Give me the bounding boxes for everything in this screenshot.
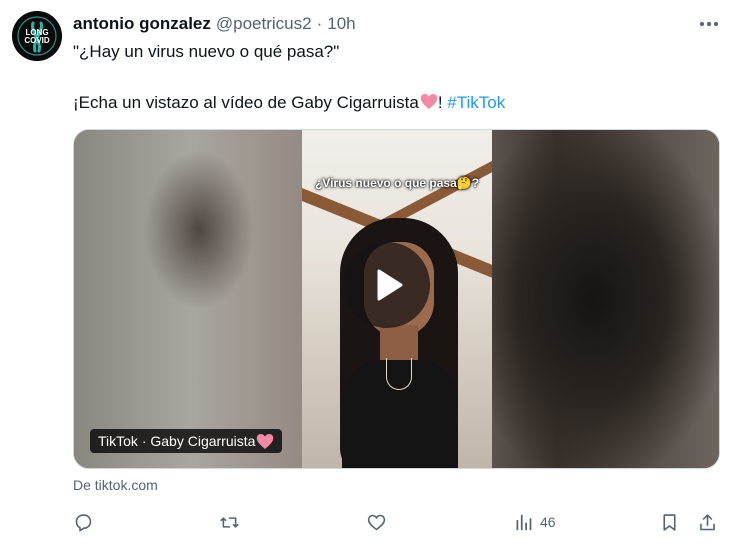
repost-icon — [220, 516, 239, 528]
tweet-text: ¡Echa un vistazo al vídeo de Gaby Cigarr… — [73, 93, 419, 112]
avatar-text-bottom: COVID — [24, 36, 50, 45]
play-icon — [377, 269, 403, 301]
bookmark-button[interactable] — [659, 509, 680, 535]
views-count: 46 — [540, 514, 556, 530]
video-card[interactable]: ¿Virus nuevo o que pasa🤔? TikTok · Gaby … — [73, 129, 720, 469]
tweet-header: antonio gonzalez @poetricus2 · 10h — [73, 13, 356, 35]
views-button[interactable]: 46 — [513, 509, 556, 535]
timestamp[interactable]: 10h — [327, 14, 355, 34]
necklace — [386, 358, 412, 390]
tweet-text-line2: ¡Echa un vistazo al vídeo de Gaby Cigarr… — [73, 93, 505, 115]
display-name[interactable]: antonio gonzalez — [73, 14, 211, 34]
share-icon — [700, 513, 715, 530]
separator-dot: · — [316, 14, 323, 33]
heart-emoji-icon — [420, 93, 438, 115]
reply-icon — [75, 513, 92, 531]
video-blur-shadow — [144, 150, 254, 310]
card-domain[interactable]: De tiktok.com — [73, 477, 158, 493]
heart-emoji-icon — [257, 433, 274, 449]
video-caption: ¿Virus nuevo o que pasa🤔? — [314, 176, 480, 190]
more-icon — [700, 22, 718, 26]
share-button[interactable] — [697, 509, 718, 535]
play-button[interactable] — [344, 242, 430, 328]
like-icon — [367, 514, 386, 530]
bookmark-icon — [663, 513, 676, 531]
action-bar: 46 — [73, 509, 723, 535]
card-source-badge[interactable]: TikTok · Gaby Cigarruista — [90, 429, 283, 453]
reply-button[interactable] — [73, 509, 94, 535]
like-button[interactable] — [366, 509, 387, 535]
avatar[interactable]: LONG COVID — [12, 11, 62, 61]
more-button[interactable] — [694, 13, 724, 35]
views-icon — [516, 514, 532, 530]
user-handle[interactable]: @poetricus2 — [216, 14, 312, 34]
repost-button[interactable] — [219, 509, 240, 535]
tweet-text-exclamation: ! — [437, 93, 448, 112]
tweet[interactable]: LONG COVID antonio gonzalez @poetricus2 … — [0, 0, 746, 546]
tweet-text-line1: "¿Hay un virus nuevo o qué pasa?" — [73, 42, 340, 61]
card-source-label: TikTok · Gaby Cigarruista — [98, 433, 256, 449]
hashtag-link[interactable]: #TikTok — [447, 93, 505, 112]
